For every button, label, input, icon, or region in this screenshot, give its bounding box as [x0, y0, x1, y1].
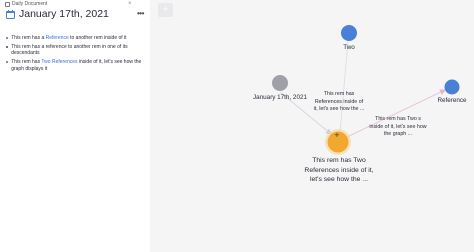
edge-label-upper: This rem has References inside of it, le… — [313, 91, 365, 112]
graph-node-reference[interactable] — [444, 79, 460, 95]
cursor-icon: + — [334, 131, 340, 139]
node-label-main: This rem has Two References inside of it… — [304, 157, 374, 183]
graph-edge — [339, 40, 349, 133]
node-label-two: Two — [343, 44, 355, 51]
graph-node-january[interactable] — [272, 75, 288, 91]
graph-node-two[interactable] — [341, 25, 357, 41]
node-label-january: January 17th, 2021 — [253, 94, 307, 101]
node-label-reference: Reference — [437, 97, 467, 104]
edge-label-right: This rem has Two s inside of it, let's s… — [369, 116, 427, 137]
